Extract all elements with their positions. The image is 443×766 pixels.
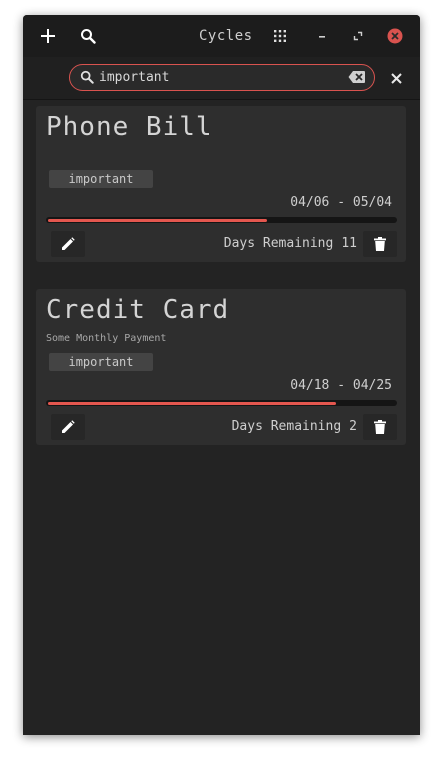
date-range: 04/06 - 05/04: [290, 195, 392, 210]
trash-icon: [374, 237, 386, 251]
close-button[interactable]: [386, 27, 404, 45]
restore-button[interactable]: [349, 27, 367, 45]
date-range: 04/18 - 04/25: [290, 378, 392, 393]
delete-button[interactable]: [363, 414, 397, 440]
cycle-card: Credit Card Some Monthly Payment importa…: [36, 289, 406, 445]
search-field[interactable]: [69, 64, 375, 91]
restore-icon: [353, 31, 363, 41]
cycle-title: Credit Card: [46, 295, 230, 325]
minimize-icon: [319, 36, 325, 38]
pencil-icon: [62, 237, 75, 250]
edit-button[interactable]: [51, 414, 85, 440]
days-remaining-label: Days Remaining: [231, 419, 342, 434]
minimize-button[interactable]: [313, 27, 331, 45]
cycle-title: Phone Bill: [46, 112, 213, 142]
search-button[interactable]: [77, 26, 99, 46]
window-title: Cycles: [199, 28, 253, 44]
cycle-card: Phone Bill important 04/06 - 05/04 Days …: [36, 106, 406, 262]
delete-button[interactable]: [363, 231, 397, 257]
add-button[interactable]: [37, 26, 59, 46]
progress-fill: [48, 402, 336, 405]
search-input[interactable]: [99, 68, 339, 86]
close-circle-icon: [387, 28, 403, 44]
grid-dots-icon: [274, 30, 286, 42]
progress-bar: [46, 400, 397, 406]
days-remaining-label: Days Remaining: [223, 236, 334, 251]
days-remaining: Days Remaining 2: [232, 419, 357, 434]
progress-fill: [48, 219, 267, 222]
tag-badge[interactable]: important: [49, 170, 153, 188]
title-bar: Cycles: [23, 15, 420, 57]
plus-icon: [41, 29, 55, 43]
search-icon: [81, 29, 96, 44]
trash-icon: [374, 420, 386, 434]
close-search-button[interactable]: [387, 69, 405, 87]
menu-button[interactable]: [270, 27, 290, 45]
pencil-icon: [62, 420, 75, 433]
clear-search-button[interactable]: [348, 69, 368, 85]
cycle-subtitle: Some Monthly Payment: [46, 333, 167, 344]
search-bar: [23, 57, 420, 100]
days-remaining-value: 11: [341, 236, 357, 251]
backspace-clear-icon: [348, 71, 365, 83]
close-icon: [390, 72, 402, 84]
tag-badge[interactable]: important: [49, 353, 153, 371]
app-window: Cycles important Phone Bill important 04…: [23, 15, 420, 735]
search-icon: [80, 70, 94, 84]
progress-bar: [46, 217, 397, 223]
edit-button[interactable]: [51, 231, 85, 257]
days-remaining: Days Remaining 11: [224, 236, 357, 251]
days-remaining-value: 2: [349, 419, 357, 434]
